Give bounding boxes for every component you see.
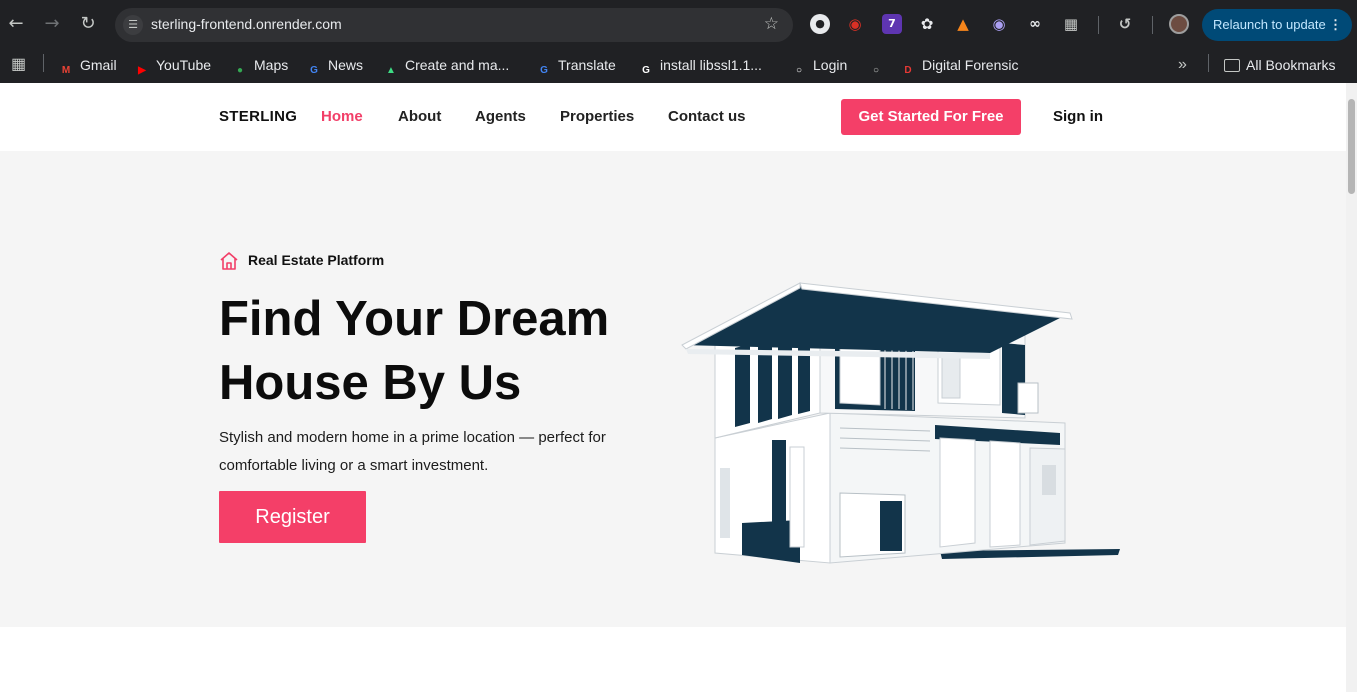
bookmark-label: Gmail [80, 57, 117, 73]
address-bar[interactable]: ☰ sterling-frontend.onrender.com ☆ [115, 8, 793, 42]
url-text[interactable]: sterling-frontend.onrender.com [151, 16, 342, 32]
gmail-icon: M [61, 65, 71, 76]
bookmark-item[interactable]: ○ Login [791, 54, 847, 76]
menu-dots-icon: ⋮ [1329, 17, 1342, 32]
apps-grid-icon[interactable]: ▦ [11, 54, 26, 76]
hero-headline-line2: House By Us [219, 356, 522, 410]
bookmark-item[interactable]: ○ [868, 54, 890, 76]
hero-headline: Find Your Dream House By Us [219, 287, 679, 415]
extensions-puzzle-icon[interactable]: ▦ [1061, 14, 1081, 34]
hero-headline-line1: Find Your Dream [219, 292, 610, 346]
forward-icon[interactable]: → [40, 12, 64, 36]
nav-contact[interactable]: Contact us [668, 108, 746, 125]
toolbar-divider [1098, 16, 1099, 34]
home-icon [220, 252, 238, 270]
bookmarks-divider [1208, 54, 1209, 72]
youtube-icon: ▶ [138, 65, 146, 76]
house-illustration [681, 282, 1120, 564]
register-button[interactable]: Register [219, 491, 366, 543]
bookmark-item[interactable]: ▲ Create and ma... [383, 54, 509, 76]
extension-icon-4[interactable]: ✿ [917, 14, 937, 34]
bookmark-item[interactable]: G Translate [536, 54, 616, 76]
bookmarks-bar: ▦ M Gmail ▶ YouTube ● Maps G News ▲ Create and ma… [0, 48, 1357, 83]
phantom-icon[interactable]: ◉ [989, 14, 1009, 34]
browser-chrome: ← → ↻ ☰ sterling-frontend.onrender.com ☆… [0, 0, 1357, 83]
metamask-icon[interactable]: ▲ [953, 14, 973, 34]
extension-icon-1[interactable]: ● [810, 14, 830, 34]
news-icon: G [310, 65, 318, 76]
page-scrollbar[interactable] [1346, 83, 1357, 692]
nav-properties[interactable]: Properties [560, 108, 634, 125]
bookmark-item[interactable]: G News [306, 54, 363, 76]
site-logo[interactable]: STERLING [219, 108, 297, 125]
bookmark-label: YouTube [156, 57, 212, 73]
extension-icon-3[interactable]: 7 [882, 14, 902, 34]
relaunch-label: Relaunch to update [1213, 17, 1326, 32]
get-started-button[interactable]: Get Started For Free [841, 99, 1021, 135]
login-icon: ○ [795, 65, 803, 76]
globe-icon: ○ [872, 65, 880, 76]
bookmark-item[interactable]: ▶ YouTube [134, 54, 211, 76]
bookmark-label: Translate [558, 57, 616, 73]
bookmark-star-icon[interactable]: ☆ [764, 14, 779, 34]
folder-icon [1224, 59, 1240, 72]
bookmark-item[interactable]: Ginstall libssl1.1... [638, 54, 762, 76]
bookmark-label: Login [813, 57, 848, 73]
site-info-icon[interactable]: ☰ [123, 15, 143, 35]
nav-about[interactable]: About [398, 108, 441, 125]
forensic-icon: D [904, 65, 912, 76]
bookmark-label: Digital Forensic [922, 57, 1019, 73]
hero-tag-label: Real Estate Platform [248, 252, 385, 268]
google-icon: G [642, 65, 650, 76]
extension-badge: 7 [888, 17, 896, 30]
all-bookmarks-label: All Bookmarks [1246, 57, 1336, 73]
hero-subtext: Stylish and modern home in a prime locat… [219, 429, 606, 474]
sign-in-link[interactable]: Sign in [1053, 108, 1103, 125]
bookmark-label: News [328, 57, 364, 73]
profile-avatar[interactable] [1169, 14, 1189, 34]
bookmark-label: Create and ma... [405, 57, 510, 73]
bookmark-item[interactable]: M Gmail [58, 54, 117, 76]
relaunch-button[interactable]: Relaunch to update ⋮ [1202, 9, 1352, 41]
bookmark-label: install libssl1.1... [660, 57, 762, 73]
more-bookmarks-icon[interactable]: » [1178, 54, 1187, 76]
history-icon[interactable]: ↺ [1115, 14, 1135, 34]
nav-home[interactable]: Home [321, 108, 363, 125]
maps-icon: ● [236, 65, 244, 76]
bookmark-item[interactable]: ● Maps [232, 54, 288, 76]
bookmark-item[interactable]: D Digital Forensic [900, 54, 1018, 76]
reload-icon[interactable]: ↻ [76, 12, 100, 36]
nav-agents[interactable]: Agents [475, 108, 526, 125]
back-icon[interactable]: ← [4, 12, 28, 36]
bookmark-label: Maps [254, 57, 289, 73]
browser-toolbar: ← → ↻ ☰ sterling-frontend.onrender.com ☆… [0, 0, 1357, 48]
translate-icon: G [540, 65, 548, 76]
bookmarks-divider [43, 54, 44, 72]
scrollbar-thumb[interactable] [1348, 99, 1355, 194]
hero-section: Real Estate Platform Find Your Dream Hou… [0, 151, 1346, 627]
extension-icon-2[interactable]: ◉ [845, 14, 865, 34]
site-navbar: STERLING Home About Agents Properties Co… [0, 83, 1346, 151]
webpage: STERLING Home About Agents Properties Co… [0, 83, 1346, 692]
all-bookmarks-folder[interactable]: All Bookmarks [1224, 54, 1335, 76]
extension-icon-7[interactable]: ∞ [1025, 14, 1045, 34]
android-icon: ▲ [386, 65, 396, 76]
toolbar-divider [1152, 16, 1153, 34]
